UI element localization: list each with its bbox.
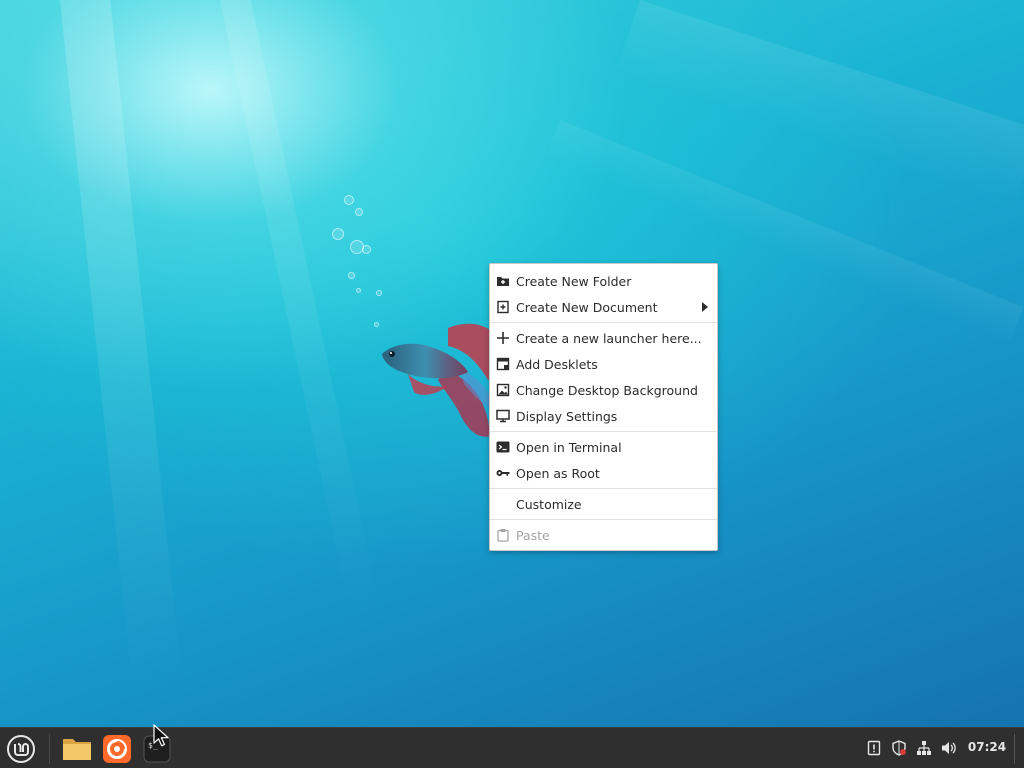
folder-add-icon	[496, 274, 510, 288]
desktop-context-menu: Create New Folder Create New Document Cr…	[489, 263, 718, 551]
firefox-icon	[103, 735, 131, 763]
submenu-arrow-icon	[702, 302, 708, 312]
desklet-icon	[496, 357, 510, 371]
taskbar-separator	[49, 734, 50, 764]
light-ray	[220, 0, 383, 627]
clipboard-icon	[496, 528, 510, 542]
folder-icon	[63, 739, 91, 760]
menu-item-label: Create New Document	[516, 299, 658, 315]
tray-update-manager[interactable]	[889, 738, 909, 758]
menu-item-open-as-root[interactable]: Open as Root	[490, 460, 717, 486]
menu-item-label: Create a new launcher here...	[516, 330, 702, 346]
tray-notifications[interactable]	[864, 738, 884, 758]
menu-item-label: Open as Root	[516, 465, 600, 481]
menu-item-label: Customize	[516, 496, 582, 512]
menu-item-paste[interactable]: Paste	[490, 522, 717, 548]
tray-volume[interactable]	[939, 738, 959, 758]
menu-separator	[490, 322, 717, 323]
shield-icon	[892, 740, 906, 756]
mouse-cursor-icon	[153, 724, 169, 747]
menu-item-change-background[interactable]: Change Desktop Background	[490, 377, 717, 403]
start-menu-button[interactable]	[4, 734, 37, 764]
volume-icon	[942, 742, 956, 754]
menu-item-label: Paste	[516, 527, 550, 543]
menu-separator	[490, 519, 717, 520]
bubble	[362, 245, 371, 254]
document-add-icon	[496, 300, 510, 314]
menu-item-create-new-folder[interactable]: Create New Folder	[490, 268, 717, 294]
menu-separator	[490, 431, 717, 432]
menu-item-label: Add Desklets	[516, 356, 598, 372]
bubble	[332, 228, 344, 240]
menu-item-display-settings[interactable]: Display Settings	[490, 403, 717, 429]
launcher-files[interactable]	[60, 732, 94, 766]
bubble	[376, 290, 382, 296]
show-desktop-button[interactable]	[1014, 734, 1018, 764]
network-icon	[917, 741, 931, 755]
bubble	[344, 195, 354, 205]
key-icon	[496, 466, 510, 480]
tray-network[interactable]	[914, 738, 934, 758]
image-icon	[496, 383, 510, 397]
bubble	[355, 208, 363, 216]
notification-icon	[867, 740, 881, 756]
menu-item-label: Change Desktop Background	[516, 382, 698, 398]
menu-item-add-desklets[interactable]: Add Desklets	[490, 351, 717, 377]
menu-item-create-launcher[interactable]: Create a new launcher here...	[490, 325, 717, 351]
menu-item-label: Create New Folder	[516, 273, 632, 289]
menu-item-open-terminal[interactable]: Open in Terminal	[490, 434, 717, 460]
taskbar-clock[interactable]: 07:24	[963, 740, 1011, 754]
menu-item-customize[interactable]: Customize	[490, 491, 717, 517]
mint-logo-icon	[6, 735, 35, 763]
bubble	[348, 272, 355, 279]
bubble	[356, 288, 361, 293]
menu-item-label: Open in Terminal	[516, 439, 622, 455]
menu-item-create-new-document[interactable]: Create New Document	[490, 294, 717, 320]
menu-item-label: Display Settings	[516, 408, 618, 424]
terminal-icon	[496, 440, 510, 454]
menu-separator	[490, 488, 717, 489]
launcher-firefox[interactable]	[100, 732, 134, 766]
monitor-icon	[496, 409, 510, 423]
plus-icon	[496, 331, 510, 345]
light-ray	[60, 0, 183, 697]
